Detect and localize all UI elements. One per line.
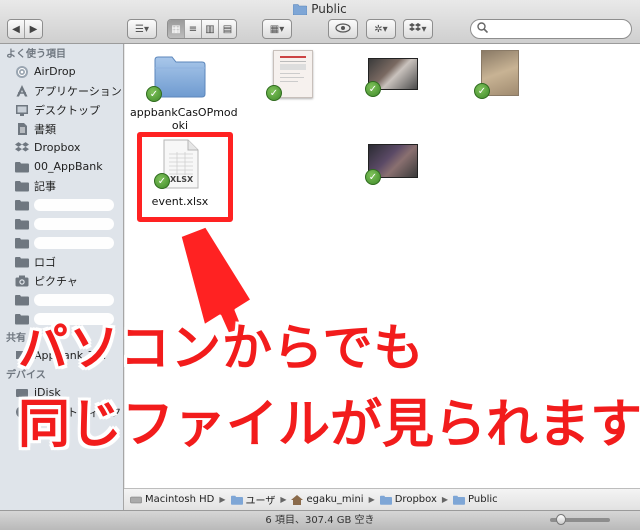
caption-line-1: パソコンからでも: [18, 319, 425, 377]
caption-line-2: 同じファイルが見られます: [18, 395, 640, 455]
finder-window: Public ◀ ▶ ☰▾ ▦ ≡ ▥ ▤ ▦▾ ✲▾ ▾ よく使う項目 Air…: [0, 0, 640, 530]
